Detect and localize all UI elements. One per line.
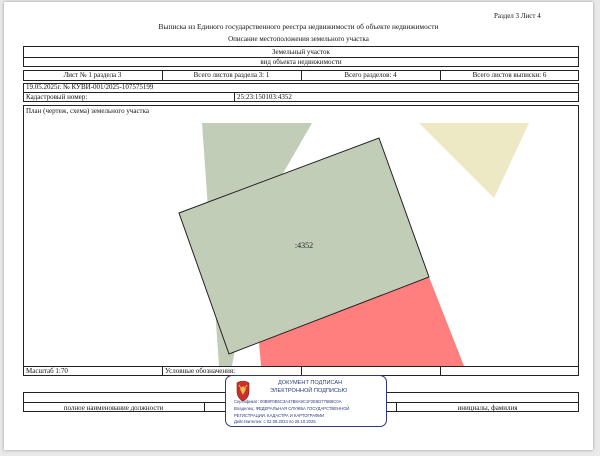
scale-label: Масштаб 1:70: [26, 367, 68, 375]
stamp-owner-line1: Владелец: ФЕДЕРАЛЬНАЯ СЛУЖБА ГОСУДАРСТВЕ…: [234, 406, 350, 411]
object-kind: вид объекта недвижимости: [260, 58, 342, 66]
total-sheets-extract: Всего листов выписки: 6: [472, 71, 547, 79]
cadastral-divider: [234, 92, 235, 102]
sheet-number: Лист № 1 раздела 3: [63, 71, 122, 79]
record-divider: [23, 92, 579, 93]
signature-col-divider-1: [204, 402, 205, 412]
stamp-certificate: Сертификат: 00B9F0B5C3A47B8A9C1F2E6D775B…: [234, 399, 342, 404]
stamp-owner-line2: РЕГИСТРАЦИИ, КАДАСТРА И КАРТОГРАФИИ: [234, 413, 325, 418]
yellow-area: [419, 123, 529, 198]
stamp-title-line1: ДОКУМЕНТ ПОДПИСАН: [278, 380, 343, 386]
stamp-validity: Действителен: с 02.08.2024 по 26.10.2025: [234, 419, 316, 424]
position-label: полное наименование должности: [63, 404, 164, 412]
stamp-title-line2: ЭЛЕКТРОННОЙ ПОДПИСЬЮ: [270, 388, 348, 394]
scale-divider-1: [162, 366, 163, 376]
parcel-number-label: :4352: [295, 241, 313, 250]
electronic-signature-stamp: ДОКУМЕНТ ПОДПИСАН ЭЛЕКТРОННОЙ ПОДПИСЬЮ С…: [225, 375, 387, 427]
total-sections: Всего разделов: 4: [344, 71, 397, 79]
object-name: Земельный участок: [272, 48, 330, 56]
legend-label: Условные обозначения:: [165, 367, 236, 375]
name-label: инициалы, фамилия: [457, 404, 518, 412]
document-subtitle: Описание местоположения земельного участ…: [228, 35, 369, 43]
record-date-number: 19.05.2025г. № КУВИ-001/2025-107575199: [26, 83, 154, 91]
document-sheet: Раздел 3 Лист 4 Выписка из Единого госуд…: [4, 2, 593, 450]
cadastral-plan: :4352: [178, 123, 529, 366]
plan-label: План (чертеж, схема) земельного участка: [26, 107, 150, 115]
cadastral-label: Кадастровый номер:: [26, 93, 88, 101]
scale-divider-3: [440, 366, 441, 376]
cadastral-number: 25:23:150103:4352: [237, 93, 292, 101]
page-reference: Раздел 3 Лист 4: [494, 12, 541, 20]
plan-drawing: :4352: [24, 123, 578, 366]
document-title: Выписка из Единого государственного реес…: [158, 22, 439, 31]
total-sheets-section: Всего листов раздела 3: 1: [193, 71, 270, 79]
